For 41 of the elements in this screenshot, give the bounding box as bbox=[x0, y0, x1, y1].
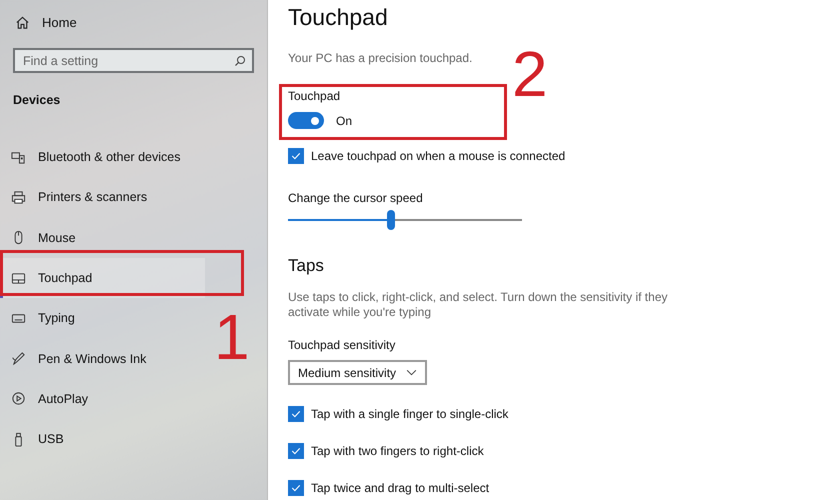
nav-item[interactable]: Typing bbox=[0, 298, 205, 338]
nav-item[interactable]: Mouse bbox=[0, 218, 205, 258]
caret-icon bbox=[406, 369, 418, 376]
nav-item[interactable]: USB bbox=[0, 419, 205, 460]
home-icon bbox=[15, 14, 30, 30]
checkbox[interactable] bbox=[288, 480, 304, 496]
slider-thumb[interactable] bbox=[386, 210, 395, 230]
step-number: 1 bbox=[214, 305, 250, 369]
checkbox-label: Tap with two fingers to right-click bbox=[311, 444, 484, 458]
toggle-state: On bbox=[336, 114, 352, 128]
printer-icon bbox=[11, 190, 26, 205]
nav-item[interactable]: Pen & Windows Ink bbox=[0, 338, 205, 379]
nav-item[interactable]: Touchpad bbox=[0, 258, 205, 298]
pen-icon bbox=[11, 351, 26, 366]
section-heading: Devices bbox=[12, 93, 62, 107]
toggle-label: Touchpad bbox=[288, 89, 340, 103]
checkbox[interactable] bbox=[288, 148, 304, 164]
checkbox-label: Leave touchpad on when a mouse is connected bbox=[311, 149, 566, 163]
step-number: 2 bbox=[512, 42, 548, 106]
check-icon bbox=[290, 150, 302, 162]
checkbox-label: Tap with a single finger to single-click bbox=[311, 406, 508, 420]
checkbox[interactable] bbox=[288, 406, 304, 422]
sensitivity-dropdown[interactable]: Medium sensitivity bbox=[288, 360, 428, 385]
devices-icon bbox=[11, 150, 26, 165]
touchpad-icon bbox=[11, 270, 26, 286]
home-link[interactable]: Home bbox=[42, 14, 77, 30]
toggle-switch[interactable] bbox=[288, 112, 324, 129]
nav-item[interactable]: AutoPlay bbox=[0, 378, 205, 420]
checkbox-label: Tap twice and drag to multi-select bbox=[311, 480, 490, 494]
slider-label: Change the cursor speed bbox=[288, 191, 423, 205]
description-text: Use taps to click, right-click, and select. Turn down the sensitivity if they activate while you're typing bbox=[288, 290, 668, 320]
dropdown-label: Touchpad sensitivity bbox=[288, 338, 396, 352]
search-field[interactable]: Find a setting bbox=[13, 48, 254, 73]
nav-item[interactable]: Printers & scanners bbox=[0, 177, 205, 218]
description-text: Your PC has a precision touchpad. bbox=[288, 51, 472, 65]
search-icon bbox=[234, 54, 246, 66]
section-heading: Taps bbox=[288, 256, 324, 276]
checkbox[interactable] bbox=[288, 442, 304, 458]
nav-item[interactable]: Bluetooth & other devices bbox=[0, 137, 205, 178]
play-icon bbox=[11, 391, 26, 406]
page-title: Touchpad bbox=[288, 4, 388, 31]
